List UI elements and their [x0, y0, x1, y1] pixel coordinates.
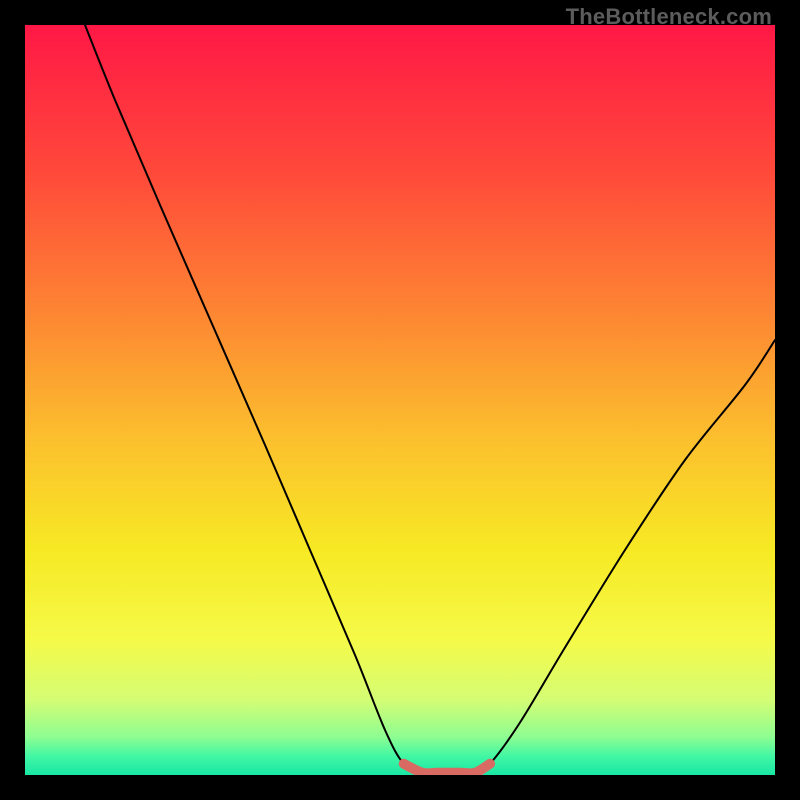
- plot-area: [25, 25, 775, 775]
- bottleneck-chart: TheBottleneck.com: [0, 0, 800, 800]
- bottleneck-curve: [85, 25, 775, 773]
- curve-layer: [25, 25, 775, 775]
- watermark-text: TheBottleneck.com: [566, 4, 772, 30]
- highlight-segment: [404, 764, 490, 774]
